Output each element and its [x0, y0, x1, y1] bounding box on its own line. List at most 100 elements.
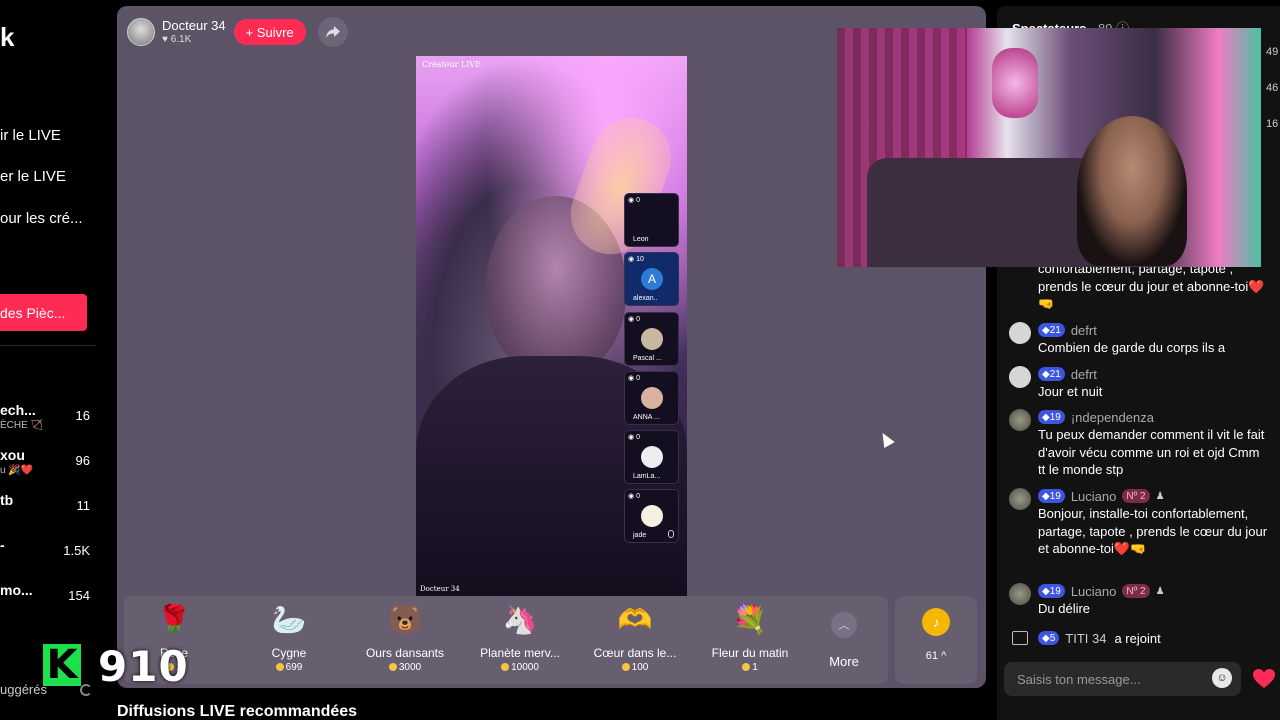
avatar[interactable]	[1009, 583, 1031, 605]
message-header: ◆ 19 ¡ndependenza	[1038, 409, 1154, 425]
more-label: More	[829, 654, 859, 669]
username[interactable]: Luciano	[1071, 489, 1117, 504]
guest-avatar	[641, 328, 663, 350]
message-text: Jour et nuit	[1038, 384, 1103, 399]
following-item[interactable]: tb 11	[0, 492, 96, 528]
gift-price-value: 699	[285, 662, 303, 673]
follow-button[interactable]: + Suivre	[233, 19, 306, 45]
join-text: a rejoint	[1114, 630, 1161, 646]
host-likes-value: 6.1K	[170, 33, 192, 45]
host-likes: ♥ 6.1K	[162, 34, 226, 45]
guest-tile[interactable]: ◉ 0 LamLa...	[624, 430, 679, 484]
message-header: ◆ 19 Luciano Nº 2 ♟	[1038, 583, 1165, 599]
level-value: 5	[1049, 632, 1056, 644]
gift-item[interactable]: 💐 Fleur du matin 1	[692, 602, 808, 680]
video-tag: Créateur LIVE	[422, 60, 482, 69]
guest-tile[interactable]: ◉ 0 Leon	[624, 193, 679, 247]
following-item[interactable]: - 1.5K	[0, 537, 96, 573]
message-text: confortablement, partage, tapote , prend…	[1038, 261, 1265, 311]
join-username[interactable]: TITI 34	[1065, 631, 1106, 646]
guest-avatar	[641, 446, 663, 468]
gift-item[interactable]: 🐻 Ours dansants 3000	[347, 602, 463, 680]
gift-price-value: 1	[752, 662, 758, 673]
following-count: 16	[75, 408, 90, 423]
guest-avatar	[641, 387, 663, 409]
avatar[interactable]	[1009, 409, 1031, 431]
gift-item[interactable]: 🫶 Cœur dans le... 100	[577, 602, 693, 680]
gift-price: 699	[231, 662, 347, 673]
coin-icon	[388, 663, 397, 671]
chat-message-input[interactable]: Saisis ton message...	[1004, 662, 1241, 696]
avatar[interactable]	[1009, 488, 1031, 510]
level-value: 19	[1049, 411, 1061, 423]
following-name: xou	[0, 447, 25, 463]
username[interactable]: defrt	[1071, 367, 1097, 382]
level-value: 21	[1049, 324, 1061, 336]
more-gifts-button[interactable]: ︿ More	[804, 602, 884, 680]
level-badge: ◆ 19	[1038, 489, 1065, 503]
get-coins-button[interactable]: des Pièc...	[0, 294, 87, 331]
gift-name: Cygne	[271, 646, 307, 660]
guest-name: Leon	[633, 236, 649, 243]
coin-icon	[501, 663, 510, 671]
gift-item[interactable]: 🦄 Planète merv... 10000	[462, 602, 578, 680]
host-info: Docteur 34 ♥ 6.1K	[162, 19, 226, 45]
share-button[interactable]	[317, 17, 348, 47]
guest-score: ◉ 0	[628, 434, 640, 441]
guest-avatar: A	[641, 268, 663, 290]
guest-score-value: 0	[636, 434, 640, 441]
gift-price: 10000	[462, 662, 578, 673]
recommended-title: Diffusions LIVE recommandées	[117, 703, 358, 720]
gift-item[interactable]: 🦢 Cygne 699	[231, 602, 347, 680]
k-count: 910	[98, 642, 189, 691]
guest-tile[interactable]: ◉ 0 ANNA ...	[624, 371, 679, 425]
menu-item-live-1[interactable]: ir le LIVE	[0, 127, 61, 144]
guest-score: ◉ 0	[628, 493, 640, 500]
enter-icon	[1012, 631, 1028, 645]
avatar[interactable]	[1009, 366, 1031, 388]
username[interactable]: defrt	[1071, 323, 1097, 338]
following-sub: u 🎉❤️	[0, 465, 34, 476]
refresh-icon[interactable]	[80, 684, 92, 696]
gift-name: Cœur dans le...	[593, 646, 677, 660]
pip-logo	[992, 48, 1038, 118]
rank-value: 49	[1266, 46, 1279, 58]
username[interactable]: ¡ndependenza	[1071, 410, 1154, 425]
following-count: 1.5K	[63, 543, 90, 558]
following-item[interactable]: ech... ÈCHE 🏹 16	[0, 402, 96, 438]
gift-name: Planète merv...	[480, 646, 560, 660]
guest-name: alexan..	[633, 295, 658, 302]
menu-item-creators[interactable]: our les cré...	[0, 210, 83, 227]
guest-tile[interactable]: ◉ 10 A alexan..	[624, 252, 679, 306]
rank-value: 16	[1266, 118, 1279, 130]
host-avatar[interactable]	[127, 18, 155, 46]
webcam-overlay	[837, 28, 1261, 267]
heart-icon	[1253, 669, 1275, 688]
gift-price: 3000	[347, 662, 463, 673]
guest-score-value: 0	[636, 375, 640, 382]
menu-item-live-2[interactable]: er le LIVE	[0, 168, 66, 185]
level-badge: ◆ 21	[1038, 323, 1065, 337]
username[interactable]: Luciano	[1071, 584, 1117, 599]
coins-balance-button[interactable]: ♪ 61 ^	[895, 596, 977, 684]
emoji-icon[interactable]: ☺	[1212, 668, 1232, 688]
following-item[interactable]: xou u 🎉❤️ 96	[0, 447, 96, 483]
live-video[interactable]: Créateur LIVE Docteur 34 ◉ 0 Leon ◉ 10 A…	[416, 56, 687, 596]
guest-name: jade	[633, 532, 647, 539]
avatar[interactable]	[1009, 322, 1031, 344]
rose-icon: 🌹	[156, 604, 192, 635]
heart-button[interactable]	[1251, 667, 1277, 691]
guest-name: ANNA ...	[633, 414, 660, 421]
coins-value: 61 ^	[925, 650, 947, 662]
logo-fragment[interactable]: k	[0, 22, 14, 53]
message-header: ◆ 19 Luciano Nº 2 ♟	[1038, 488, 1165, 504]
get-coins-label: des Pièc...	[0, 304, 66, 321]
coin-icon	[621, 663, 630, 671]
guest-tile[interactable]: ◉ 0 Pascal ...	[624, 312, 679, 366]
guest-tile[interactable]: ◉ 0 jade	[624, 489, 679, 543]
gift-price-value: 100	[631, 662, 649, 673]
following-item[interactable]: mo... 154	[0, 582, 96, 618]
host-name[interactable]: Docteur 34	[162, 19, 226, 34]
planet-icon: 🦄	[502, 604, 538, 635]
guest-name: Pascal ...	[633, 355, 662, 362]
